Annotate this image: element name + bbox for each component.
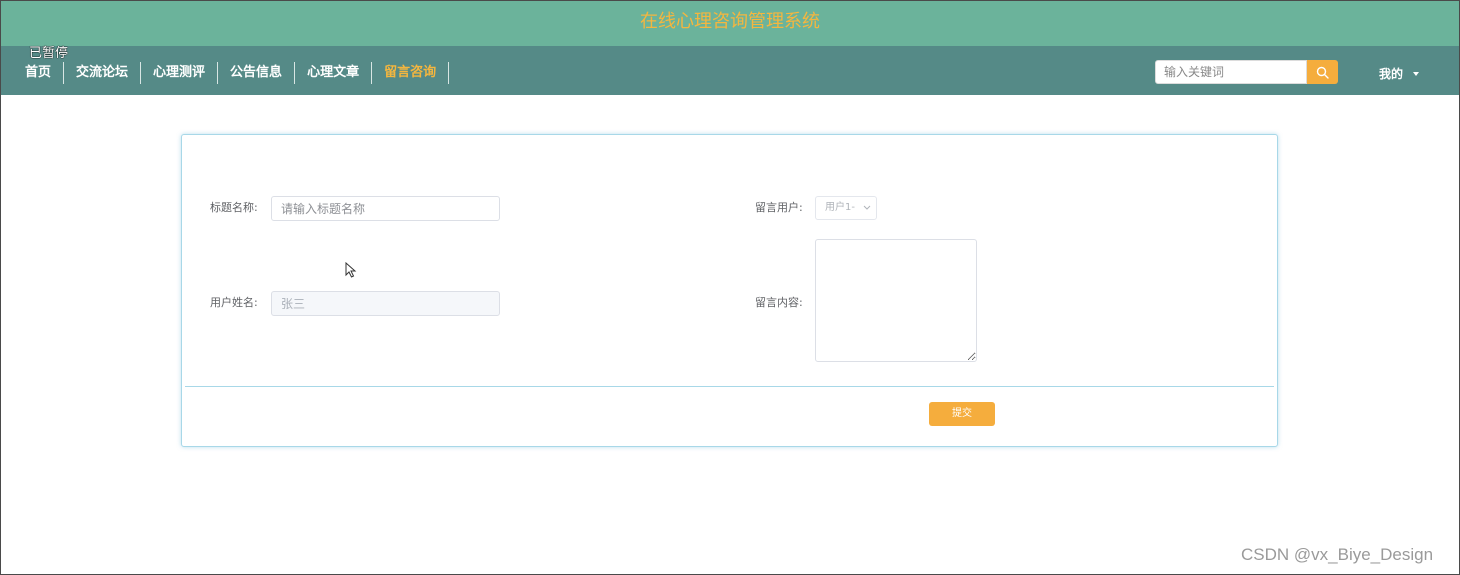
message-content-textarea[interactable] [815,239,977,362]
message-form-card: 标题名称: 留言用户: 用户1- 用户姓名: 留言内容: 提交 [181,134,1278,447]
nav-bar: 已暂停 首页 交流论坛 心理测评 公告信息 心理文章 留言咨询 我的 [1,46,1459,95]
title-label: 标题名称: [210,201,258,214]
nav-item-articles[interactable]: 心理文章 [295,62,373,84]
submit-button[interactable]: 提交 [929,402,995,426]
app-header: 在线心理咨询管理系统 [1,1,1459,46]
title-input[interactable] [271,196,500,221]
message-content-label: 留言内容: [755,296,803,309]
paused-overlay-label: 已暂停 [29,46,69,61]
nav-item-announcements[interactable]: 公告信息 [218,62,296,84]
caret-down-icon [1413,71,1420,76]
nav-item-forum[interactable]: 交流论坛 [64,62,142,84]
message-user-select[interactable]: 用户1- [815,196,877,220]
user-menu-label: 我的 [1379,67,1404,81]
nav-menu: 首页 交流论坛 心理测评 公告信息 心理文章 留言咨询 [13,62,450,84]
chevron-down-icon [863,205,871,210]
message-user-select-value: 用户1- [825,202,855,213]
message-user-label: 留言用户: [755,201,803,214]
mouse-cursor-icon [345,262,357,278]
search-icon [1316,66,1329,79]
user-menu[interactable]: 我的 [1379,65,1420,82]
search-button[interactable] [1307,60,1338,84]
nav-item-home[interactable]: 首页 [13,62,65,84]
nav-item-message-consult[interactable]: 留言咨询 [372,62,450,84]
search-box [1155,60,1338,84]
search-input[interactable] [1155,60,1307,84]
form-divider [185,386,1274,387]
watermark-text: CSDN @vx_Biye_Design [1241,545,1434,564]
user-name-input[interactable] [271,291,500,316]
app-title: 在线心理咨询管理系统 [640,11,820,32]
nav-item-assessment[interactable]: 心理测评 [141,62,219,84]
user-name-label: 用户姓名: [210,296,258,309]
